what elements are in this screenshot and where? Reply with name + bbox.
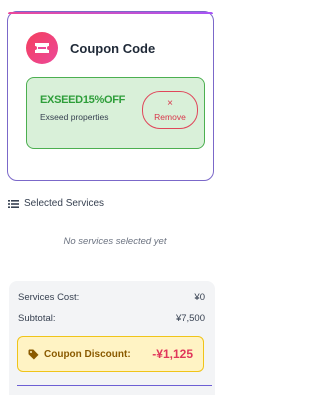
selected-services-heading: Selected Services xyxy=(8,198,104,209)
applied-coupon-code: EXSEED15%OFF xyxy=(40,94,126,106)
coupon-discount-box: Coupon Discount: -¥1,125 xyxy=(17,336,204,372)
remove-label: Remove xyxy=(154,111,186,122)
empty-services-message: No services selected yet xyxy=(63,236,167,247)
applied-coupon-box: EXSEED15%OFF Exseed properties × Remove xyxy=(26,77,205,149)
remove-coupon-button[interactable]: × Remove xyxy=(142,91,198,129)
applied-coupon-description: Exseed properties xyxy=(40,112,109,122)
coupon-discount-label: Coupon Discount: xyxy=(44,348,131,360)
price-summary: Services Cost: ¥0 Subtotal: ¥7,500 Coupo… xyxy=(9,281,215,395)
tag-icon xyxy=(28,349,39,359)
coupon-title: Coupon Code xyxy=(70,40,156,56)
coupon-header: Coupon Code xyxy=(26,32,155,64)
coupon-discount-value: -¥1,125 xyxy=(152,347,193,361)
close-icon: × xyxy=(167,97,173,109)
services-cost-value: ¥0 xyxy=(194,292,205,303)
coupon-card: Coupon Code EXSEED15%OFF Exseed properti… xyxy=(7,11,214,181)
summary-divider xyxy=(17,385,212,386)
coupon-discount-label-group: Coupon Discount: xyxy=(28,349,131,360)
services-cost-label: Services Cost: xyxy=(18,292,80,303)
ticket-icon xyxy=(26,32,58,64)
subtotal-label: Subtotal: xyxy=(18,313,56,324)
list-icon xyxy=(8,199,19,208)
services-cost-row: Services Cost: ¥0 xyxy=(18,292,205,303)
selected-services-label: Selected Services xyxy=(24,198,105,209)
subtotal-row: Subtotal: ¥7,500 xyxy=(18,313,205,324)
subtotal-value: ¥7,500 xyxy=(175,313,205,324)
